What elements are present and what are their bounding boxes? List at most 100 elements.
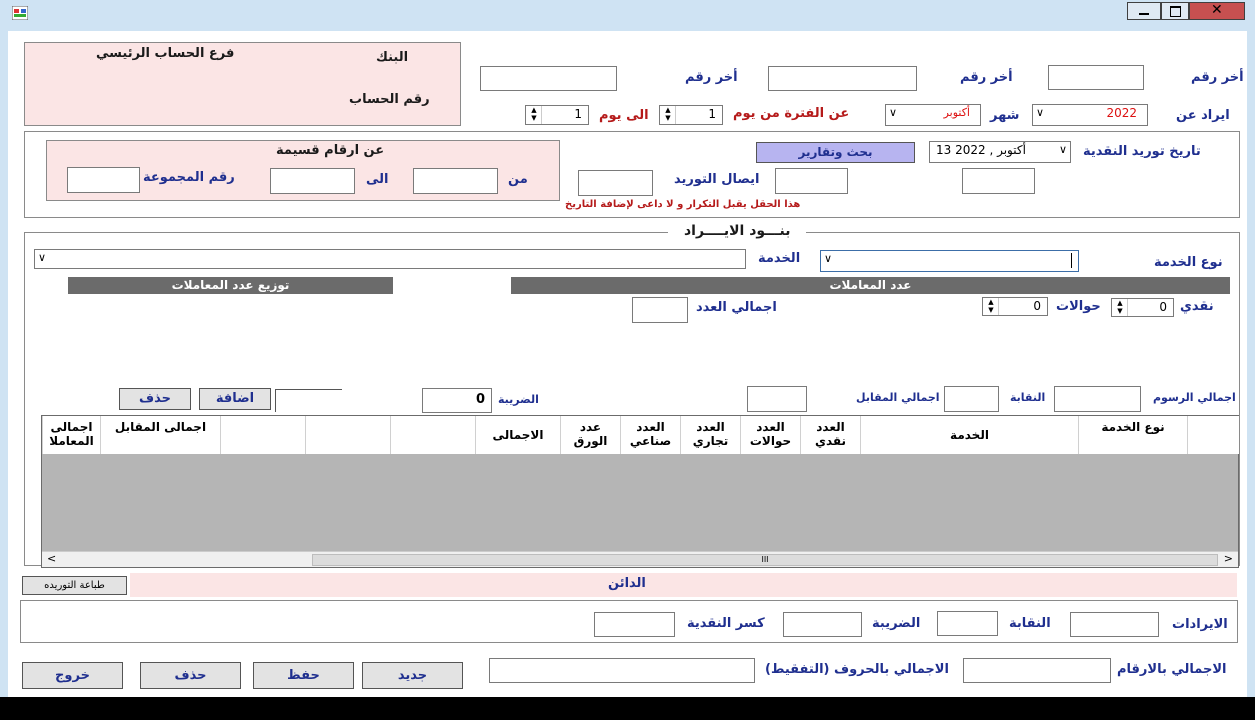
supply-receipt-2-input[interactable]: [578, 170, 653, 196]
save-button[interactable]: حفظ: [253, 662, 354, 689]
revenue-from-label: ايراد عن: [1176, 108, 1230, 123]
grid-header-total[interactable]: الاجمالى: [475, 416, 560, 454]
service-type-label: نوع الخدمة: [1154, 255, 1223, 270]
minimize-button[interactable]: [1127, 2, 1161, 20]
exit-button[interactable]: خروج: [22, 662, 123, 689]
blank-field-line: [275, 389, 342, 412]
syndicate-label-footer: النقابة: [1009, 616, 1051, 631]
grid-header-transfers-count[interactable]: العدد حوالات: [740, 416, 800, 454]
service-label: الخدمة: [758, 251, 801, 266]
supply-note: هذا الحقل يقبل التكرار و لا داعى لإضافة …: [565, 199, 801, 210]
year-dropdown[interactable]: ∨ 2022: [1032, 104, 1148, 126]
voucher-to-input[interactable]: [270, 168, 355, 194]
total-fees-label: اجمالي الرسوم: [1153, 391, 1236, 404]
grid-header-blank-3[interactable]: [220, 416, 305, 454]
supply-extra-input[interactable]: [962, 168, 1035, 194]
tax-label-items: الضريبة: [498, 393, 539, 406]
tax-input-footer[interactable]: [783, 612, 862, 637]
scroll-right-icon[interactable]: >: [1224, 552, 1233, 565]
close-button[interactable]: ✕: [1189, 2, 1245, 20]
last-number-input-3[interactable]: [1048, 65, 1144, 90]
grid-header-industrial-count[interactable]: العدد صناعي: [620, 416, 680, 454]
total-words-input[interactable]: [489, 658, 755, 683]
chevron-down-icon: ∨: [1058, 143, 1067, 156]
service-type-dropdown[interactable]: ∨: [820, 250, 1079, 272]
revenues-input[interactable]: [1070, 612, 1159, 637]
app-icon: [12, 6, 28, 20]
delete-button[interactable]: حذف: [140, 662, 241, 689]
search-reports-button[interactable]: بحث وتقارير: [756, 142, 915, 163]
new-button[interactable]: جديد: [362, 662, 463, 689]
grid-header-corner: [1187, 416, 1239, 454]
supply-receipt-label: ايصال التوريد: [674, 172, 760, 187]
cash-fraction-label: كسر النقدية: [687, 616, 765, 631]
branch-label: فرع الحساب الرئيسي: [96, 46, 235, 61]
grid-header-paper-count[interactable]: عدد الورق: [560, 416, 620, 454]
add-item-button[interactable]: اضافة: [199, 388, 271, 410]
chevron-down-icon: ∨: [1036, 106, 1045, 119]
last-number-label-1: أخر رقم: [685, 70, 738, 85]
distribution-bar: توزيع عدد المعاملات: [68, 277, 393, 294]
tax-input-items[interactable]: 0: [422, 388, 492, 413]
account-number-label: رقم الحساب: [349, 92, 430, 107]
cash-fraction-input[interactable]: [594, 612, 675, 637]
grid-header-blank-2[interactable]: [305, 416, 390, 454]
from-day-spinner[interactable]: ▲ ▼ 1: [659, 105, 723, 125]
grid-header-service[interactable]: الخدمة: [860, 416, 1078, 454]
grid-header-commercial-count[interactable]: العدد تجاري: [680, 416, 740, 454]
bank-label: البنك: [376, 50, 409, 65]
month-label: شهر: [990, 108, 1020, 123]
chevron-down-icon: ∨: [38, 251, 47, 264]
transfers-spinner[interactable]: ▲ ▼ 0: [982, 297, 1048, 316]
total-count-label: اجمالي العدد: [696, 300, 777, 315]
cash-spinner[interactable]: ▲ ▼ 0: [1111, 298, 1174, 317]
syndicate-input-items[interactable]: [944, 386, 999, 412]
group-number-input[interactable]: [67, 167, 140, 193]
total-cost-input[interactable]: [747, 386, 807, 412]
to-day-label: الى يوم: [599, 108, 649, 123]
form-client-area: البنك فرع الحساب الرئيسي رقم الحساب أخر …: [8, 31, 1247, 697]
grid-header-service-type[interactable]: نوع الخدمة: [1078, 416, 1187, 454]
month-dropdown[interactable]: ∨ أكتوبر: [885, 104, 981, 126]
voucher-from-label: من: [508, 172, 528, 187]
spinner-arrows-icon[interactable]: ▲ ▼: [984, 298, 999, 315]
chevron-down-icon: ∨: [889, 106, 898, 119]
syndicate-input-footer[interactable]: [937, 611, 998, 636]
total-numbers-input[interactable]: [963, 658, 1111, 683]
last-number-input-2[interactable]: [768, 66, 917, 91]
grid-header-total-cost[interactable]: اجمالى المقابل: [100, 416, 220, 454]
grid-horizontal-scrollbar[interactable]: < III >: [42, 551, 1238, 567]
supply-receipt-input[interactable]: [775, 168, 848, 194]
items-grid[interactable]: نوع الخدمة الخدمة العدد نقدي العدد حوالا…: [41, 415, 1239, 568]
syndicate-label-items: النقابة: [1010, 391, 1046, 404]
spinner-arrows-icon[interactable]: ▲ ▼: [527, 106, 542, 124]
status-bar: [0, 697, 1255, 720]
voucher-from-input[interactable]: [413, 168, 498, 194]
last-number-input-1[interactable]: [480, 66, 617, 91]
grid-header-blank-1[interactable]: [390, 416, 475, 454]
service-dropdown[interactable]: ∨: [34, 249, 746, 269]
chevron-down-icon: ∨: [824, 252, 833, 265]
transfers-label: حوالات: [1056, 299, 1101, 314]
grid-header-total-transactions[interactable]: اجمالى المعاملا: [42, 416, 100, 454]
tax-label-footer: الضريبة: [872, 616, 921, 631]
scroll-left-icon[interactable]: <: [47, 552, 56, 565]
print-supply-button[interactable]: طباعة التوريده: [22, 576, 127, 595]
total-count-input[interactable]: [632, 297, 688, 323]
total-fees-input[interactable]: [1054, 386, 1141, 412]
spinner-arrows-icon[interactable]: ▲ ▼: [1113, 299, 1128, 316]
voucher-to-label: الى: [366, 172, 389, 187]
text-cursor: [1071, 253, 1072, 268]
delete-item-button[interactable]: حذف: [119, 388, 191, 410]
group-number-label: رقم المجموعة: [143, 170, 235, 185]
creditor-bar: [130, 573, 1237, 597]
grid-header-cash-count[interactable]: العدد نقدي: [800, 416, 860, 454]
spinner-arrows-icon[interactable]: ▲ ▼: [661, 106, 676, 124]
scroll-thumb[interactable]: III: [312, 554, 1218, 566]
transactions-count-bar: عدد المعاملات: [511, 277, 1230, 294]
period-from-day-label: عن الفترة من يوم: [733, 106, 850, 121]
maximize-button[interactable]: [1161, 2, 1189, 20]
to-day-spinner[interactable]: ▲ ▼ 1: [525, 105, 589, 125]
supply-date-picker[interactable]: ∨ 13 أكتوبر , 2022: [929, 141, 1071, 163]
last-number-label-2: أخر رقم: [960, 70, 1013, 85]
